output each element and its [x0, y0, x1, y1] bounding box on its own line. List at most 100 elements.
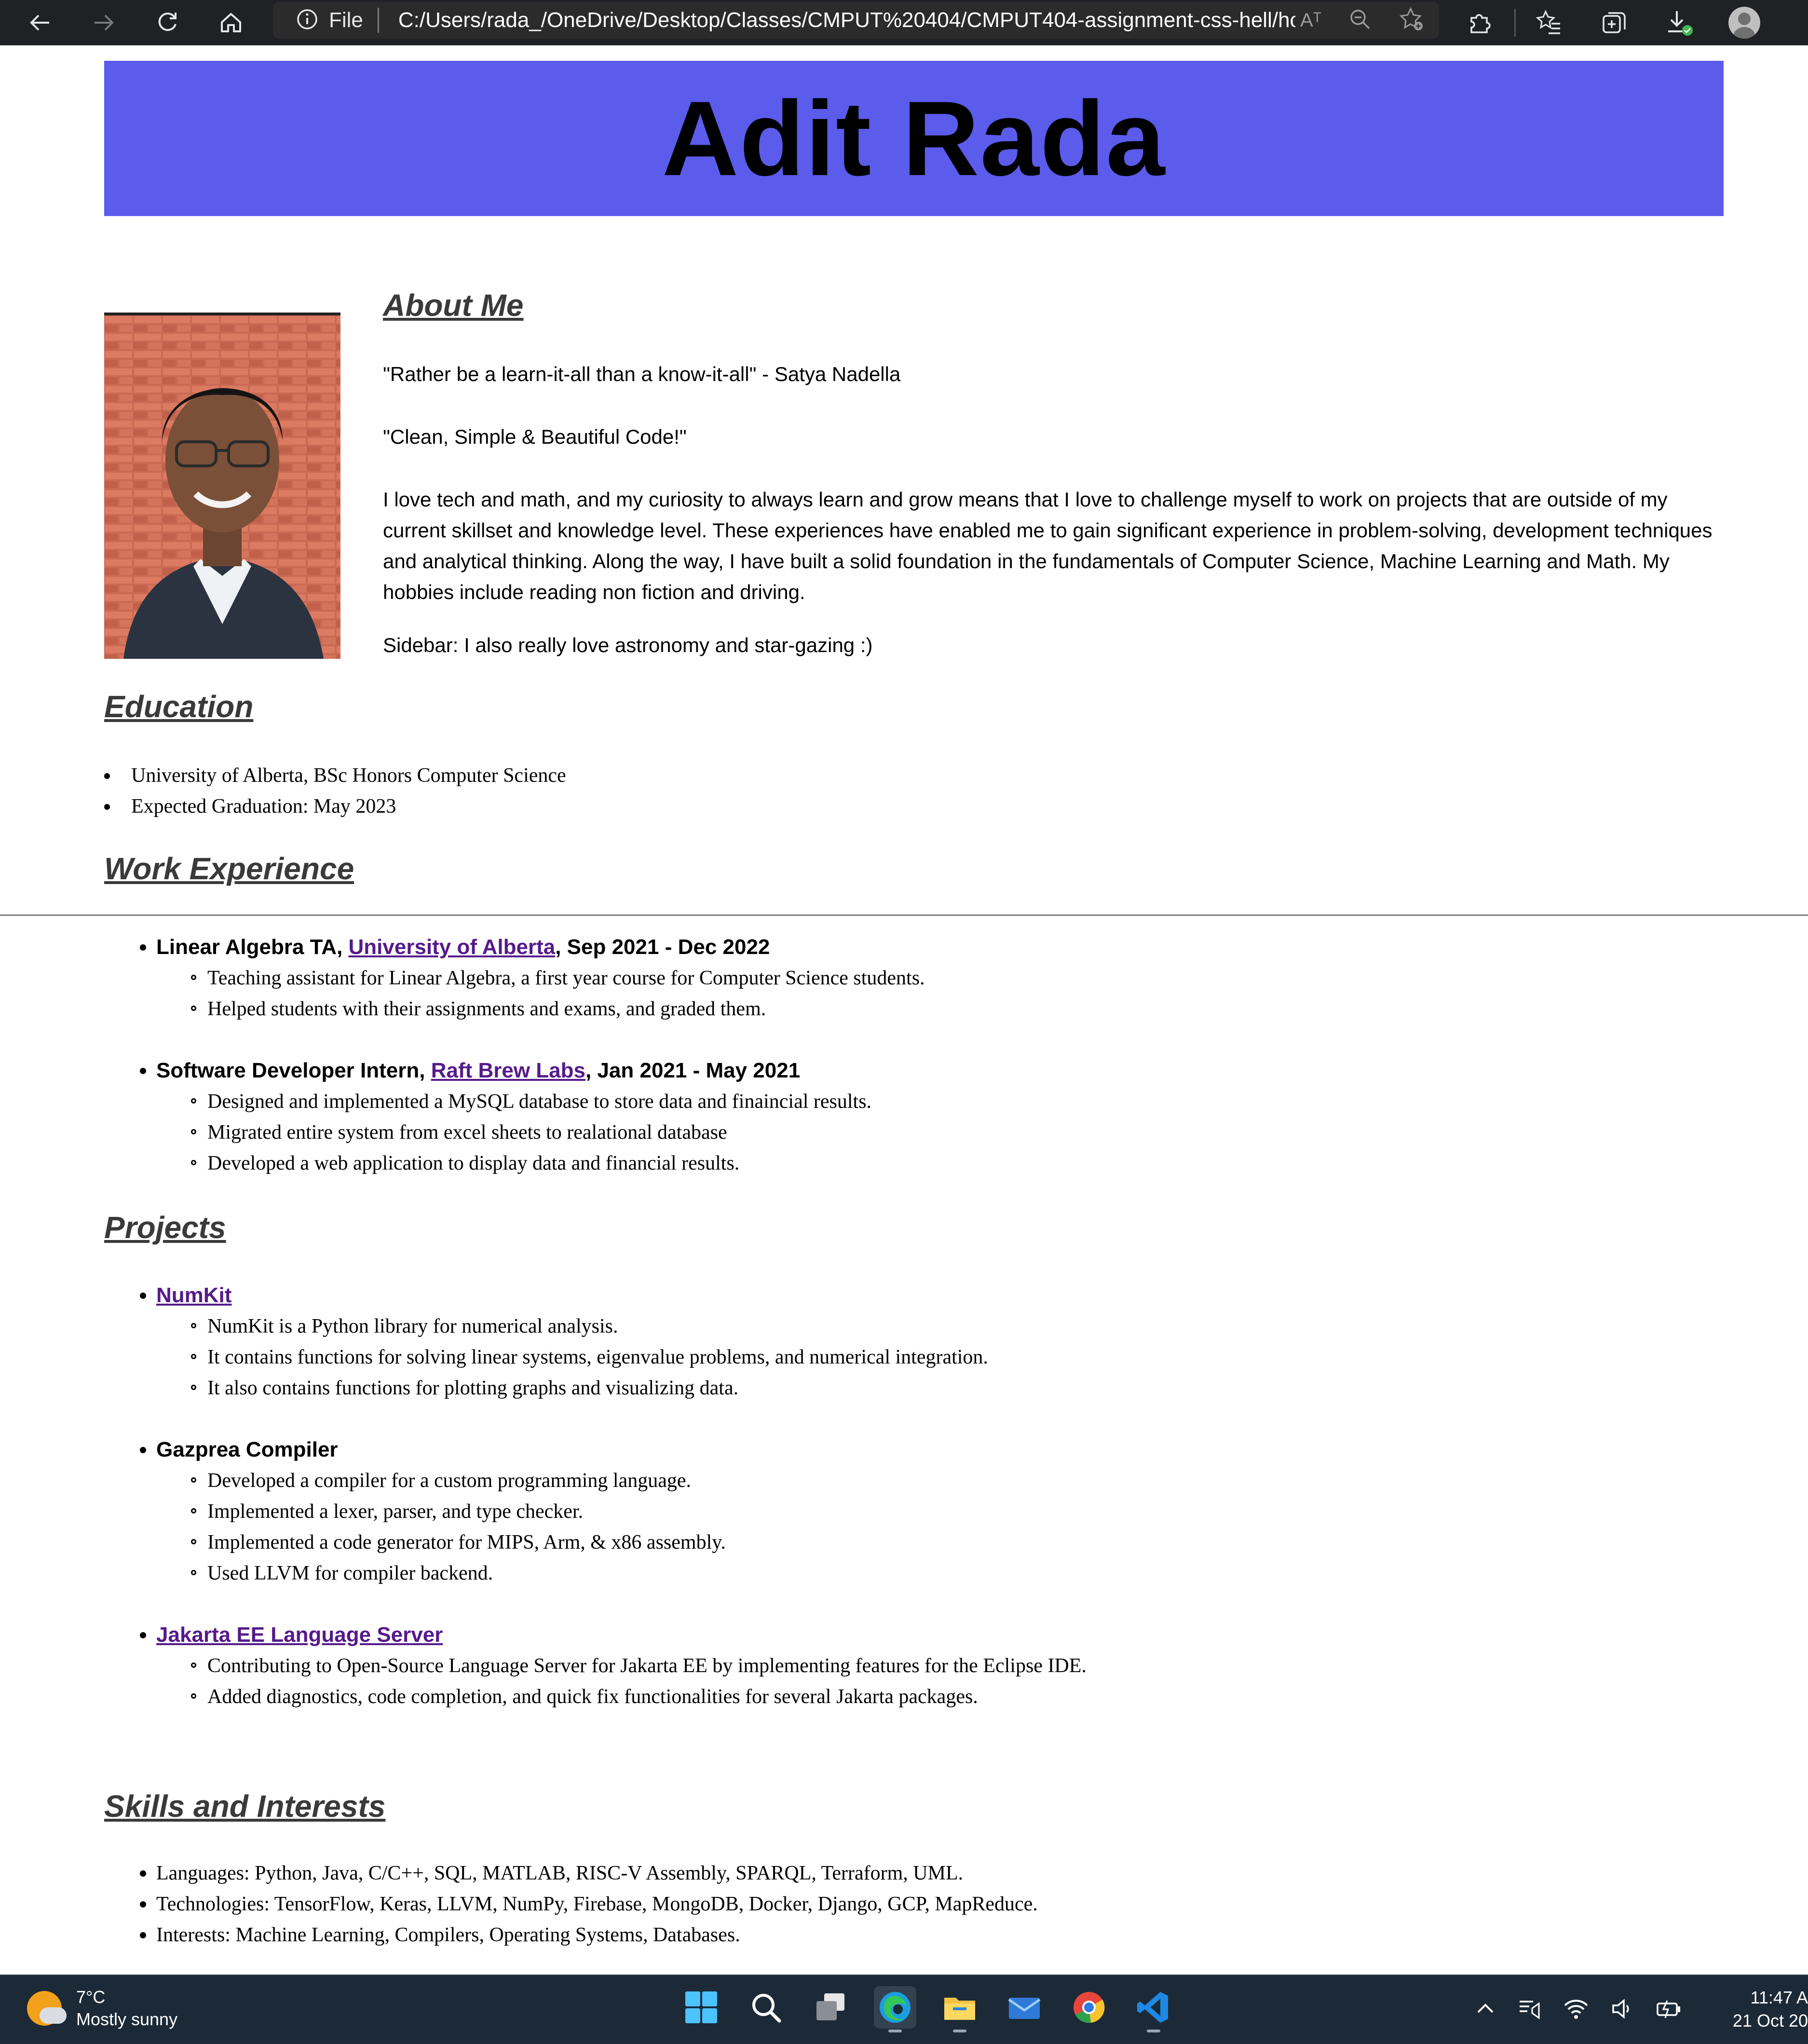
wifi-icon[interactable] — [1563, 1997, 1589, 2023]
section-divider — [0, 914, 1808, 916]
address-separator — [377, 8, 379, 33]
weather-temperature: 7°C — [76, 1987, 106, 2007]
job-point: Migrated entire system from excel sheets… — [156, 1117, 1683, 1148]
battery-icon[interactable] — [1656, 1997, 1683, 2023]
search-icon[interactable] — [745, 1986, 787, 2029]
add-favorite-icon[interactable] — [1399, 6, 1425, 35]
education-item: Expected Graduation: May 2023 — [104, 791, 1551, 822]
job-dates: , Jan 2021 - May 2021 — [585, 1059, 801, 1082]
project-link-numkit[interactable]: NumKit — [156, 1283, 231, 1307]
project-link-jakarta-ee[interactable]: Jakarta EE Language Server — [156, 1623, 443, 1647]
weather-widget[interactable]: 7°C Mostly sunny — [27, 1986, 177, 2030]
project-item: NumKit NumKit is a Python library for nu… — [140, 1280, 1683, 1404]
job-point: Designed and implemented a MySQL databas… — [156, 1086, 1683, 1117]
project-point: NumKit is a Python library for numerical… — [156, 1311, 1683, 1342]
project-points: NumKit is a Python library for numerical… — [156, 1311, 1683, 1404]
job-points: Designed and implemented a MySQL databas… — [156, 1086, 1683, 1179]
job-item: Software Developer Intern, Raft Brew Lab… — [140, 1055, 1683, 1179]
job-role: Linear Algebra TA, — [156, 935, 349, 959]
downloads-icon[interactable] — [1662, 5, 1698, 41]
employer-link-raft-brew-labs[interactable]: Raft Brew Labs — [431, 1059, 585, 1082]
read-aloud-icon[interactable]: Aᵀ — [1300, 10, 1321, 31]
site-info-icon[interactable] — [296, 8, 318, 33]
education-list: University of Alberta, BSc Honors Comput… — [104, 760, 1551, 822]
vscode-icon[interactable] — [1132, 1986, 1175, 2032]
job-point: Developed a web application to display d… — [156, 1148, 1683, 1179]
education-title: Education — [104, 689, 254, 724]
profile-photo — [104, 313, 340, 662]
project-point: Implemented a code generator for MIPS, A… — [156, 1527, 1683, 1558]
chrome-icon[interactable] — [1068, 1986, 1110, 2029]
favorites-icon[interactable] — [1532, 5, 1567, 41]
address-file-label: File — [329, 8, 363, 32]
job-point: Teaching assistant for Linear Algebra, a… — [156, 963, 1683, 994]
work-list: Linear Algebra TA, University of Alberta… — [140, 932, 1683, 1210]
weather-sun-icon — [27, 1991, 67, 2026]
back-icon[interactable] — [22, 5, 58, 41]
project-heading: Jakarta EE Language Server — [156, 1620, 1683, 1650]
mail-icon[interactable] — [1003, 1986, 1046, 2029]
projects-list: NumKit NumKit is a Python library for nu… — [140, 1280, 1683, 1743]
edge-taskbar-icon[interactable] — [874, 1986, 916, 2032]
projects-title: Projects — [104, 1210, 226, 1245]
forward-icon[interactable] — [86, 5, 122, 41]
project-points: Contributing to Open-Source Language Ser… — [156, 1650, 1683, 1712]
project-point: It contains functions for solving linear… — [156, 1342, 1683, 1373]
skills-title: Skills and Interests — [104, 1789, 386, 1824]
page-title: Adit Rada — [662, 79, 1166, 198]
skills-item: Interests: Machine Learning, Compilers, … — [140, 1920, 1683, 1950]
clock-date: 21 Oct 20 — [1732, 2011, 1808, 2030]
job-point: Helped students with their assignments a… — [156, 994, 1683, 1024]
project-point: Implemented a lexer, parser, and type ch… — [156, 1496, 1683, 1527]
volume-icon[interactable] — [1610, 1997, 1634, 2023]
quote-nadella: "Rather be a learn-it-all than a know-it… — [383, 363, 901, 385]
start-icon[interactable] — [680, 1986, 722, 2029]
profile-icon — [1728, 7, 1760, 39]
profile-avatar[interactable] — [1726, 5, 1762, 41]
employer-link-university-of-alberta[interactable]: University of Alberta — [349, 935, 556, 959]
clock-time: 11:47 A — [1750, 1988, 1808, 2007]
project-item: Jakarta EE Language Server Contributing … — [140, 1620, 1683, 1712]
task-view-icon[interactable] — [809, 1986, 852, 2029]
weather-condition: Mostly sunny — [76, 2009, 178, 2029]
quote-clean-code: "Clean, Simple & Beautiful Code!" — [383, 425, 687, 448]
address-url[interactable]: C:/Users/rada_/OneDrive/Desktop/Classes/… — [398, 8, 1295, 32]
job-dates: , Sep 2021 - Dec 2022 — [555, 935, 770, 959]
refresh-icon[interactable] — [150, 5, 185, 41]
file-explorer-icon[interactable] — [938, 1986, 981, 2032]
system-clock[interactable]: 11:47 A 21 Oct 20 — [1712, 1986, 1808, 2032]
project-point: Contributing to Open-Source Language Ser… — [156, 1650, 1683, 1681]
project-heading: NumKit — [156, 1280, 1683, 1311]
skills-list: Languages: Python, Java, C/C++, SQL, MAT… — [140, 1858, 1683, 1950]
skills-item: Languages: Python, Java, C/C++, SQL, MAT… — [140, 1858, 1683, 1889]
project-point: It also contains functions for plotting … — [156, 1373, 1683, 1404]
job-heading: Linear Algebra TA, University of Alberta… — [156, 932, 1683, 963]
zoom-icon[interactable] — [1348, 8, 1372, 33]
extensions-icon[interactable] — [1461, 5, 1497, 41]
input-indicator-icon[interactable] — [1518, 1997, 1542, 2023]
about-title: About Me — [383, 288, 524, 323]
windows-taskbar: 7°C Mostly sunny 11:47 A 21 Oct 20 — [0, 1975, 1808, 2044]
education-item: University of Alberta, BSc Honors Comput… — [104, 760, 1551, 791]
project-point: Developed a compiler for a custom progra… — [156, 1465, 1683, 1496]
project-points: Developed a compiler for a custom progra… — [156, 1465, 1683, 1589]
active-indicator — [888, 2030, 902, 2032]
chevron-up-icon[interactable] — [1474, 1998, 1496, 2022]
job-role: Software Developer Intern, — [156, 1059, 431, 1082]
name-banner: Adit Rada — [104, 61, 1724, 216]
about-paragraph: I love tech and math, and my curiosity t… — [383, 488, 1713, 603]
skills-item: Technologies: TensorFlow, Keras, LLVM, N… — [140, 1889, 1683, 1920]
job-item: Linear Algebra TA, University of Alberta… — [140, 932, 1683, 1024]
address-bar[interactable]: File C:/Users/rada_/OneDrive/Desktop/Cla… — [273, 2, 1439, 39]
toolbar-divider — [1514, 9, 1516, 37]
project-item: Gazprea Compiler Developed a compiler fo… — [140, 1434, 1683, 1589]
running-indicator — [1147, 2030, 1160, 2032]
project-heading: Gazprea Compiler — [156, 1438, 338, 1461]
job-points: Teaching assistant for Linear Algebra, a… — [156, 963, 1683, 1024]
project-point: Added diagnostics, code completion, and … — [156, 1681, 1683, 1712]
collections-icon[interactable] — [1596, 5, 1632, 41]
project-point: Used LLVM for compiler backend. — [156, 1558, 1683, 1589]
work-title: Work Experience — [104, 851, 354, 886]
running-indicator — [953, 2030, 966, 2032]
home-icon[interactable] — [213, 5, 249, 41]
